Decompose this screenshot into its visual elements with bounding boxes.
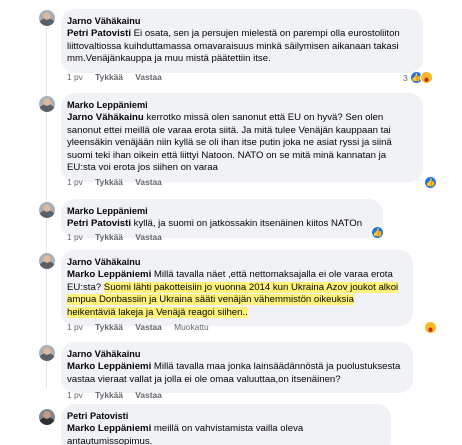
comment-author[interactable]: Petri Patovisti [67,410,381,422]
avatar[interactable] [39,96,55,112]
like-button[interactable]: Tykkää [95,322,123,332]
mention-link[interactable]: Marko Leppäniemi [67,423,151,434]
like-reaction-icon: 👍 [371,226,384,239]
comment-text: Petri Patovisti kyllä, ja suomi on jatko… [67,218,362,229]
reaction-summary[interactable]: 👍 [424,176,437,189]
reply-button[interactable]: Vastaa [135,322,162,332]
comment-actions: 1 pv Tykkää Vastaa Muokattu [67,322,219,333]
comment-actions: 1 pv Tykkää Vastaa [67,72,172,83]
comment-bubble: Petri Patovisti Marko Leppäniemi meillä … [61,404,391,445]
like-button[interactable]: Tykkää [95,72,123,82]
mention-link[interactable]: Marko Leppäniemi [67,269,151,280]
edited-label[interactable]: Muokattu [174,322,208,332]
highlighted-text: Suomi lähti pakotteisiin jo vuonna 2014 … [67,281,399,318]
avatar[interactable] [39,202,55,218]
comment-bubble: Jarno Vähäkainu Petri Patovisti Ei osata… [61,9,423,73]
mention-link[interactable]: Jarno Vähäkainu [67,112,144,123]
like-button[interactable]: Tykkää [95,232,123,242]
reaction-summary[interactable] [424,321,437,334]
comment-text: Marko Leppäniemi meillä on vahvistamista… [67,423,303,445]
comment-author[interactable]: Marko Leppäniemi [67,205,373,217]
reply-button[interactable]: Vastaa [135,72,162,82]
reply-button[interactable]: Vastaa [135,177,162,187]
comment-timestamp[interactable]: 1 pv [67,232,83,242]
mention-link[interactable]: Petri Patovisti [67,28,131,39]
like-button[interactable]: Tykkää [95,390,123,400]
reply-button[interactable]: Vastaa [135,390,162,400]
reply-button[interactable]: Vastaa [135,232,162,242]
comment-thread: Jarno Vähäkainu Petri Patovisti Ei osata… [0,0,462,445]
comment-timestamp[interactable]: 1 pv [67,322,83,332]
mention-link[interactable]: Petri Patovisti [67,218,131,229]
avatar[interactable] [39,409,55,425]
haha-reaction-icon [424,321,437,334]
like-button[interactable]: Tykkää [95,177,123,187]
comment-bubble: Jarno Vähäkainu Marko Leppäniemi Millä t… [61,342,413,394]
comment-text: Marko Leppäniemi Millä tavalla maa jonka… [67,361,400,385]
reaction-count: 3 [403,72,408,83]
comment-timestamp[interactable]: 1 pv [67,177,83,187]
comment-author[interactable]: Jarno Vähäkainu [67,15,413,27]
comment-text: Jarno Vähäkainu kerrotko missä olen sano… [67,112,392,173]
comment-author[interactable]: Jarno Vähäkainu [67,256,403,268]
comment-actions: 1 pv Tykkää Vastaa [67,232,172,243]
reaction-summary[interactable]: 👍 [371,226,384,239]
avatar[interactable] [39,345,55,361]
mention-link[interactable]: Marko Leppäniemi [67,361,151,372]
comment-bubble: Jarno Vähäkainu Marko Leppäniemi Millä t… [61,250,413,327]
comment-text: Petri Patovisti Ei osata, sen ja persuje… [67,28,400,64]
haha-reaction-icon [419,71,433,84]
avatar[interactable] [39,10,55,26]
comment-author[interactable]: Marko Leppäniemi [67,99,413,111]
comment-body: kyllä, ja suomi on jatkossakin itsenäine… [130,218,363,229]
comment-author[interactable]: Jarno Vähäkainu [67,348,403,360]
avatar[interactable] [39,253,55,269]
comment-timestamp[interactable]: 1 pv [67,72,83,82]
like-reaction-icon: 👍 [424,176,437,189]
comment-actions: 1 pv Tykkää Vastaa [67,177,172,188]
comment-text: Marko Leppäniemi Millä tavalla näet ,ett… [67,269,399,318]
comment-bubble: Marko Leppäniemi Jarno Vähäkainu kerrotk… [61,93,423,182]
comment-actions: 1 pv Tykkää Vastaa [67,390,172,401]
reaction-summary[interactable]: 3 👍 [403,71,433,84]
comment-timestamp[interactable]: 1 pv [67,390,83,400]
